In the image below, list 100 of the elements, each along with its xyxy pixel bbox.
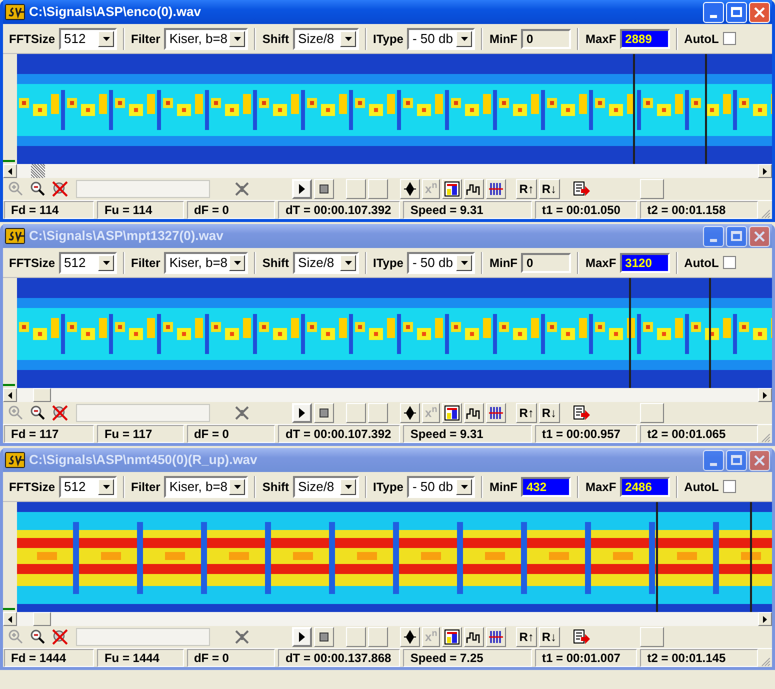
stop-icon <box>319 632 329 642</box>
raise-button[interactable]: R↑ <box>516 627 537 647</box>
scroll-thumb[interactable] <box>33 612 51 626</box>
close-button[interactable] <box>749 226 770 246</box>
chart-button[interactable] <box>442 403 462 423</box>
grid-button[interactable] <box>486 403 506 423</box>
marker-button[interactable] <box>400 627 420 647</box>
checkbox[interactable] <box>722 32 736 45</box>
blank-button[interactable] <box>640 627 664 647</box>
field-label: MaxF <box>585 478 616 496</box>
dropdown[interactable]: - 50 db <box>407 28 476 50</box>
field-label: Shift <box>262 478 290 496</box>
window-title: C:\Signals\ASP\mpt1327(0).wav <box>29 227 224 246</box>
blank-button[interactable] <box>368 627 388 647</box>
number-field[interactable]: 0 <box>521 28 572 48</box>
blank-button[interactable] <box>346 179 366 199</box>
status-field: Fd = 114 <box>4 201 94 219</box>
lower-button[interactable]: R↓ <box>538 627 560 647</box>
field-label: MaxF <box>585 254 616 272</box>
horizontal-scrollbar[interactable] <box>3 612 772 626</box>
play-button[interactable] <box>292 403 312 423</box>
minimize-button[interactable] <box>703 2 724 22</box>
dropdown[interactable]: Kiser, b=8 <box>164 476 248 498</box>
close-button[interactable] <box>749 450 770 470</box>
cursor-line[interactable] <box>629 278 632 388</box>
minimize-button[interactable] <box>703 226 724 246</box>
grid-button[interactable] <box>486 627 506 647</box>
field-label: AutoL <box>684 478 719 496</box>
number-field[interactable]: 432 <box>521 476 572 496</box>
number-field[interactable]: 2889 <box>620 28 670 48</box>
app-icon <box>5 4 25 20</box>
waveform-button[interactable] <box>464 179 484 199</box>
stop-button[interactable] <box>314 403 334 423</box>
marker-icon <box>403 630 417 644</box>
horizontal-scrollbar[interactable] <box>3 164 772 178</box>
stop-button[interactable] <box>314 179 334 199</box>
dropdown[interactable]: Size/8 <box>293 476 360 498</box>
blank-button[interactable] <box>346 403 366 423</box>
dropdown[interactable]: Kiser, b=8 <box>164 252 248 274</box>
bar-chart-icon <box>444 405 460 421</box>
scroll-thumb[interactable] <box>33 388 51 402</box>
marker-button[interactable] <box>400 179 420 199</box>
checkbox[interactable] <box>722 256 736 269</box>
dropdown[interactable]: - 50 db <box>407 252 476 274</box>
number-field[interactable]: 3120 <box>620 252 670 272</box>
dropdown[interactable]: Kiser, b=8 <box>164 28 248 50</box>
raise-button[interactable]: R↑ <box>516 179 537 199</box>
grid-lines-icon <box>488 406 504 420</box>
close-button[interactable] <box>749 2 770 22</box>
blank-button[interactable] <box>640 403 664 423</box>
scroll-thumb[interactable] <box>31 164 45 178</box>
maximize-button[interactable] <box>726 450 747 470</box>
right-arrow-icon <box>763 168 767 174</box>
cursor-line[interactable] <box>708 278 711 388</box>
field-label: Filter <box>131 478 160 496</box>
number-field[interactable]: 0 <box>521 252 572 272</box>
cursor-line[interactable] <box>750 502 752 612</box>
blank-button[interactable] <box>346 627 366 647</box>
app-icon <box>5 452 25 468</box>
maximize-button[interactable] <box>726 2 747 22</box>
play-button[interactable] <box>292 627 312 647</box>
cursor-line[interactable] <box>633 54 636 164</box>
blank-button[interactable] <box>368 179 388 199</box>
marker-icon <box>403 182 417 196</box>
cursor-line[interactable] <box>656 502 658 612</box>
chart-button[interactable] <box>442 179 462 199</box>
input-field[interactable] <box>76 404 210 422</box>
waveform-button[interactable] <box>464 403 484 423</box>
raise-button[interactable]: R↑ <box>516 403 537 423</box>
caret-icon <box>344 484 352 488</box>
chart-button[interactable] <box>442 627 462 647</box>
dropdown[interactable]: 512 <box>59 476 118 498</box>
number-field[interactable]: 2486 <box>620 476 670 496</box>
field-label: Shift <box>262 30 290 48</box>
dropdown[interactable]: - 50 db <box>407 476 476 498</box>
input-field[interactable] <box>76 628 210 646</box>
dropdown[interactable]: 512 <box>59 252 118 274</box>
stop-button[interactable] <box>314 627 334 647</box>
horizontal-scrollbar[interactable] <box>3 388 772 402</box>
play-button[interactable] <box>292 179 312 199</box>
dropdown[interactable]: Size/8 <box>293 252 360 274</box>
marker-button[interactable] <box>400 403 420 423</box>
checkbox[interactable] <box>722 480 736 493</box>
dropdown[interactable]: 512 <box>59 28 118 50</box>
cursor-line[interactable] <box>704 54 707 164</box>
blank-button[interactable] <box>640 179 664 199</box>
left-arrow-icon <box>8 616 12 622</box>
grid-button[interactable] <box>486 179 506 199</box>
waveform-button[interactable] <box>464 627 484 647</box>
export-button[interactable] <box>572 403 592 423</box>
blank-button[interactable] <box>368 403 388 423</box>
lower-button[interactable]: R↓ <box>538 403 560 423</box>
lower-button[interactable]: R↓ <box>538 179 560 199</box>
input-field[interactable] <box>76 180 210 198</box>
export-button[interactable] <box>572 179 592 199</box>
export-button[interactable] <box>572 627 592 647</box>
field-label: AutoL <box>684 30 719 48</box>
minimize-button[interactable] <box>703 450 724 470</box>
maximize-button[interactable] <box>726 226 747 246</box>
dropdown[interactable]: Size/8 <box>293 28 360 50</box>
